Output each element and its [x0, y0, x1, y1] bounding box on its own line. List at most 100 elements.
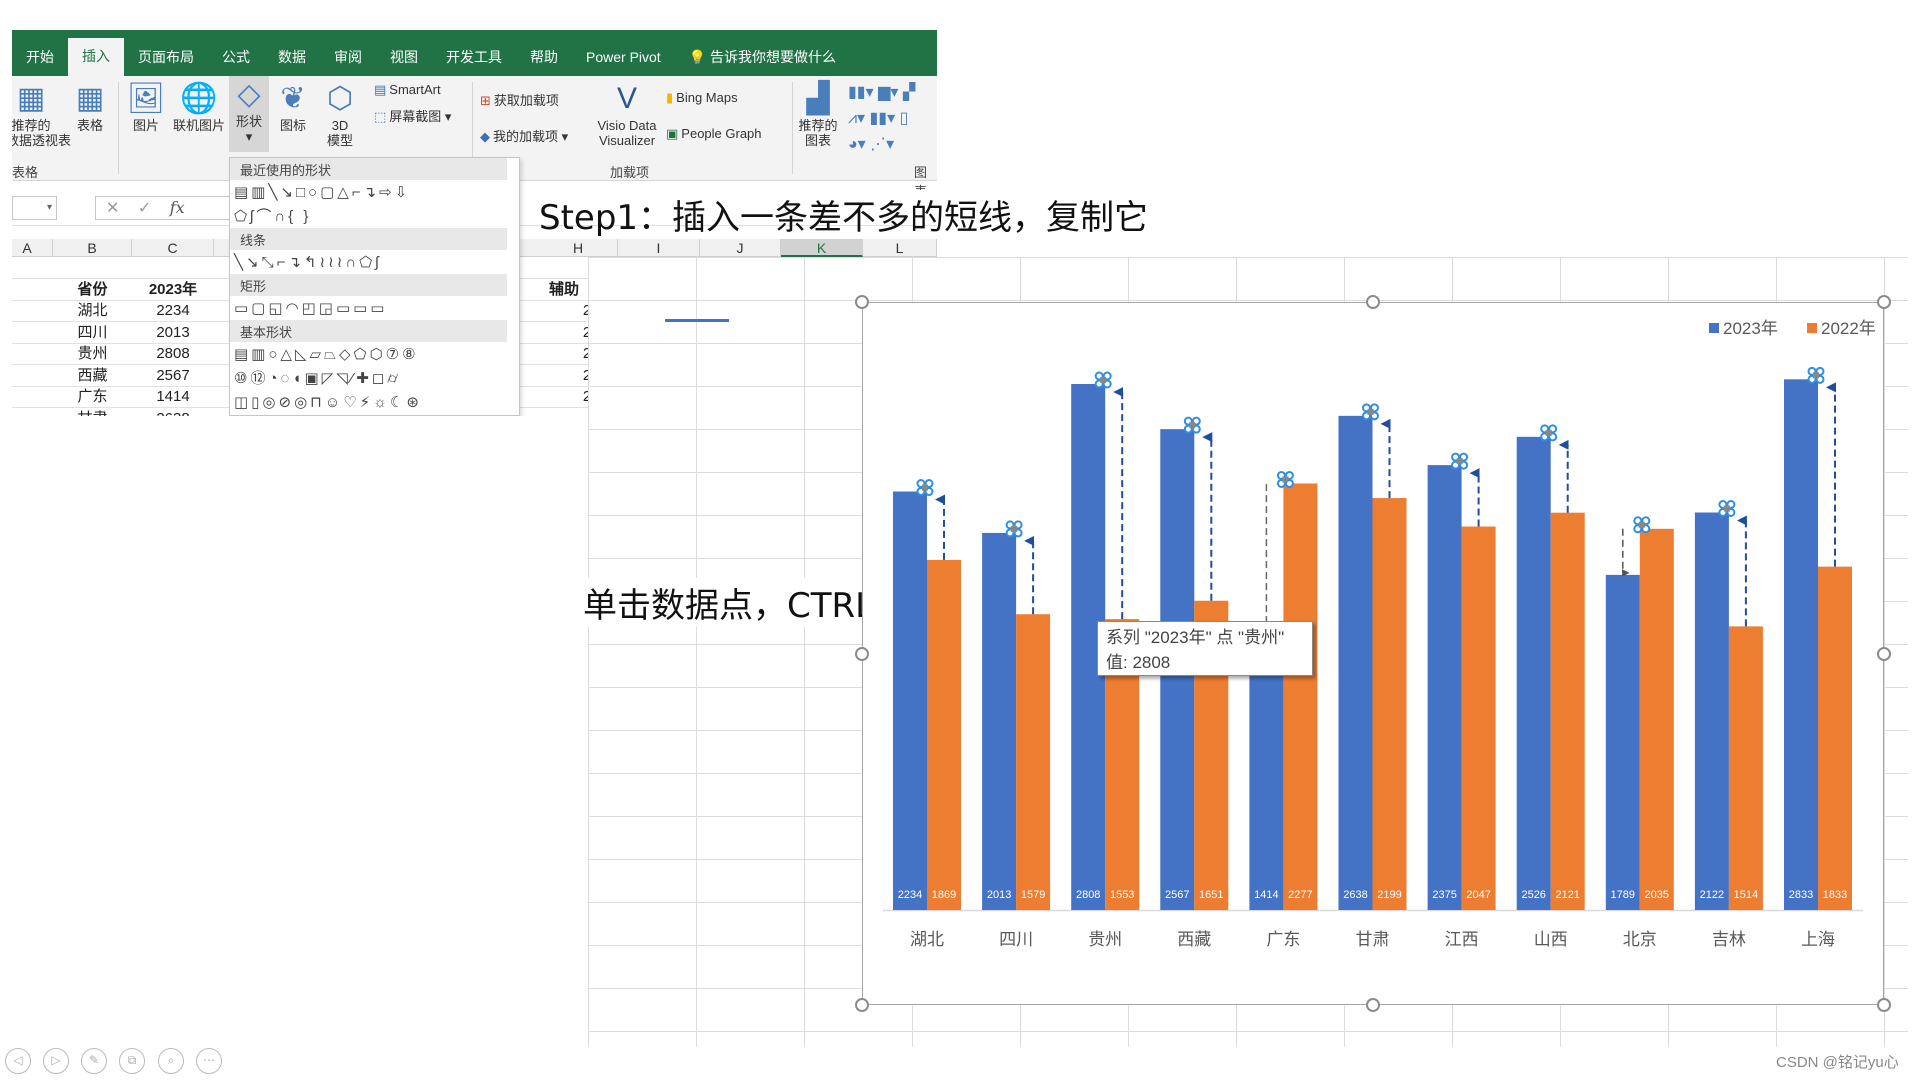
selection-marker-icon	[1633, 516, 1651, 534]
cell-value-2023[interactable]: 2808	[132, 343, 214, 364]
cell-province[interactable]: 甘肃	[53, 408, 132, 417]
cancel-icon[interactable]: ✕	[106, 200, 119, 217]
resize-handle[interactable]	[855, 998, 869, 1012]
more-options-button[interactable]: ⋯	[196, 1048, 222, 1074]
chart-area[interactable]: 2234 1869 湖北 2013 1579 四川 2808 1553 贵州 2567 1651 西藏…	[862, 302, 1884, 1005]
icons-icon: ❦	[280, 82, 306, 115]
short-line-shape[interactable]	[665, 319, 729, 322]
recommended-charts-button[interactable]: ▟ 推荐的 图表	[796, 80, 840, 148]
3d-model-button[interactable]: ⬡ 3D 模型	[322, 80, 358, 148]
zoom-button[interactable]: ⌕	[158, 1048, 184, 1074]
column-header-k[interactable]: K	[781, 239, 863, 257]
cell-province[interactable]: 四川	[53, 322, 132, 343]
visio-button[interactable]: V Visio Data Visualizer	[592, 80, 662, 148]
watermark: CSDN @铭记yu心	[1776, 1054, 1899, 1071]
column-header-b[interactable]: B	[53, 239, 132, 257]
cell-value-2023[interactable]: 2234	[132, 300, 214, 321]
cell-province[interactable]: 贵州	[53, 343, 132, 364]
visio-icon: V	[616, 82, 637, 115]
tab-data[interactable]: 数据	[264, 42, 320, 76]
label: 表格	[76, 118, 103, 133]
data-label-2023: 2234	[898, 889, 922, 901]
header-province[interactable]: 省份	[53, 279, 132, 300]
resize-handle[interactable]	[855, 295, 869, 309]
shapes-dropdown: 最近使用的形状 ▤▥╲↘□○▢△⌐↴⇨⇩ ⬠ʃ⌒∩{ } 线条 ╲↘⤡⌐↴↰≀≀…	[229, 157, 520, 416]
tab-home[interactable]: 开始	[12, 42, 68, 76]
screenshot-icon: ⬚	[374, 109, 387, 124]
tab-developer[interactable]: 开发工具	[432, 42, 516, 76]
basic-shapes-row[interactable]: ⑩⑫◔◌◖▣◸◹⁄✚◻⌭	[230, 366, 519, 390]
tab-review[interactable]: 审阅	[320, 42, 376, 76]
column-header-h[interactable]: H	[539, 239, 618, 257]
cell-value-2023[interactable]: 2013	[132, 322, 214, 343]
icons-button[interactable]: ❦ 图标	[275, 80, 311, 133]
cell-province[interactable]: 湖北	[53, 300, 132, 321]
tab-page-layout[interactable]: 页面布局	[124, 42, 208, 76]
screenshot-button[interactable]: ⬚ 屏幕截图 ▾	[374, 106, 451, 125]
category-label: 吉林	[1712, 930, 1746, 949]
tab-power-pivot[interactable]: Power Pivot	[572, 42, 675, 76]
recommended-pivot-button[interactable]: ▦ 推荐的 数据透视表	[12, 80, 71, 148]
get-addins-button[interactable]: ⊞ 获取加载项	[480, 90, 559, 109]
recent-shapes-row[interactable]: ⬠ʃ⌒∩{ }	[230, 204, 519, 228]
enter-icon[interactable]: ✓	[138, 200, 151, 217]
my-addins-button[interactable]: ◆ 我的加载项 ▾	[480, 126, 568, 145]
column-header-c[interactable]: C	[132, 239, 214, 257]
tab-insert[interactable]: 插入	[68, 38, 124, 76]
fx-icon[interactable]: fx	[170, 198, 185, 217]
resize-handle[interactable]	[1877, 646, 1891, 661]
column-header-j[interactable]: J	[700, 239, 781, 257]
recent-shapes-row[interactable]: ▤▥╲↘□○▢△⌐↴⇨⇩	[230, 180, 519, 204]
slides-view-button[interactable]: ⧉	[119, 1048, 145, 1074]
column-header-l[interactable]: L	[863, 239, 937, 257]
online-picture-button[interactable]: 🌐 联机图片	[170, 80, 228, 133]
column-header-a[interactable]: A	[12, 239, 53, 257]
bing-maps-button[interactable]: ▮ Bing Maps	[666, 90, 738, 106]
people-graph-button[interactable]: ▣ People Graph	[666, 126, 762, 142]
lines-row[interactable]: ╲↘⤡⌐↴↰≀≀≀∩⬠ʃ	[230, 250, 519, 274]
resize-handle[interactable]	[1877, 998, 1891, 1012]
rectangles-row[interactable]: ▭▢◱◠◰◲▭▭▭	[230, 296, 519, 320]
label: 获取加载项	[493, 93, 559, 108]
cell-value-2023[interactable]: 2567	[132, 365, 214, 386]
basic-shapes-row[interactable]: ◫▯◎⊘◎⊓☺♡⚡☼☾⊛	[230, 390, 519, 414]
resize-handle[interactable]	[855, 646, 869, 661]
data-label-2022: 1833	[1823, 889, 1847, 901]
header-2023[interactable]: 2023年	[132, 279, 214, 300]
resize-handle[interactable]	[1366, 295, 1380, 309]
label: 形状	[235, 114, 262, 129]
shapes-button[interactable]: ◇ 形状 ▾	[229, 76, 269, 152]
picture-button[interactable]: 🖼 图片	[126, 80, 166, 133]
bar-2023-四川	[982, 532, 1017, 910]
selection-marker-icon	[1807, 366, 1825, 384]
data-label-2023: 2526	[1521, 889, 1545, 901]
name-box[interactable]: ▾	[12, 196, 57, 220]
next-slide-button[interactable]: ▷	[43, 1048, 69, 1074]
pen-button[interactable]: ✎	[81, 1048, 107, 1074]
tell-me-search[interactable]: 💡 告诉我你想要做什么	[675, 42, 850, 76]
data-label-2022: 1579	[1021, 889, 1045, 901]
chart-type-buttons[interactable]: ▮▮▾ ▆▾ ▞ ⩘▾ ▮▮▾ ▯ ◕▾ ⋰▾	[848, 80, 915, 158]
basic-shapes-row[interactable]: ▤▥○△◺▱⏢◇⬠⬡⑦⑧	[230, 342, 519, 366]
data-label-2023: 2122	[1700, 889, 1724, 901]
resize-handle[interactable]	[1366, 998, 1380, 1012]
resize-handle[interactable]	[1877, 295, 1891, 309]
bar-2022-吉林	[1728, 626, 1763, 910]
data-label-2023: 2638	[1343, 889, 1367, 901]
column-header-i[interactable]: I	[618, 239, 700, 257]
smartart-button[interactable]: ▤ SmartArt	[374, 82, 441, 98]
bar-2023-湖北	[893, 491, 927, 910]
chevron-down-icon: ▾	[245, 129, 253, 144]
cell-province[interactable]: 西藏	[53, 365, 132, 386]
table-button[interactable]: ▦ 表格	[70, 80, 110, 133]
previous-slide-button[interactable]: ◁	[5, 1048, 31, 1074]
tab-help[interactable]: 帮助	[516, 42, 572, 76]
header-helper[interactable]: 辅助	[539, 279, 589, 300]
cell-value-2023[interactable]: 1414	[132, 386, 214, 407]
cell-province[interactable]: 广东	[53, 386, 132, 407]
section-basic-shapes: 基本形状	[230, 320, 507, 342]
column-chart[interactable]: 2234 1869 湖北 2013 1579 四川 2808 1553 贵州 2567 1651 西藏…	[863, 303, 1885, 1006]
cell-value-2023[interactable]: 2638	[132, 408, 214, 417]
tab-view[interactable]: 视图	[376, 42, 432, 76]
tab-formulas[interactable]: 公式	[208, 42, 264, 76]
